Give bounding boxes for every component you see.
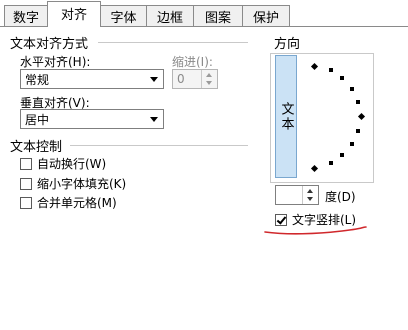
dial-dot-middle — [357, 112, 366, 121]
tab-label: 图案 — [204, 10, 231, 26]
tab-font[interactable]: 字体 — [100, 5, 147, 26]
dial-dot-bottom — [310, 164, 319, 173]
merge-cells-option[interactable]: 合并单元格(M) — [20, 194, 117, 211]
degree-label: 度(D) — [325, 190, 356, 204]
tab-strip: 数字 对齐 字体 边框 图案 保护 — [0, 0, 408, 27]
tab-label: 数字 — [12, 10, 39, 26]
orientation-dial[interactable] — [300, 55, 370, 179]
dial-dot — [356, 129, 360, 133]
dial-dot — [350, 87, 354, 91]
tab-protection[interactable]: 保护 — [242, 5, 290, 26]
text-alignment-title: 文本对齐方式 — [10, 37, 89, 52]
chevron-down-icon — [150, 117, 158, 122]
dial-dot-top — [310, 62, 319, 71]
tab-number[interactable]: 数字 — [4, 5, 48, 26]
dial-dot — [340, 76, 344, 80]
horizontal-align-value: 常规 — [25, 72, 50, 87]
indent-spin-buttons[interactable] — [201, 70, 217, 88]
vertical-align-select[interactable]: 居中 — [20, 109, 164, 129]
text-control-title: 文本控制 — [10, 140, 63, 155]
dial-dot — [329, 161, 333, 165]
spin-up-icon — [307, 189, 313, 193]
horizontal-align-select[interactable]: 常规 — [20, 69, 164, 89]
alignment-panel: 文本对齐方式 水平对齐(H): 常规 缩进(I): 0 垂直对齐(V): 居中 … — [0, 27, 408, 330]
degree-spin-buttons[interactable] — [302, 186, 318, 204]
wrap-text-option[interactable]: 自动换行(W) — [20, 155, 106, 172]
tab-label: 字体 — [110, 10, 137, 26]
tab-alignment[interactable]: 对齐 — [47, 1, 101, 27]
vertical-text-button-label: 文本 — [278, 101, 294, 132]
vertical-text-button[interactable]: 文本 — [275, 55, 297, 178]
tab-pattern[interactable]: 图案 — [193, 5, 243, 26]
dial-dot — [329, 68, 333, 72]
tab-label: 边框 — [156, 10, 183, 26]
dial-dot — [340, 153, 344, 157]
degree-stepper[interactable] — [275, 185, 319, 205]
shrink-to-fit-checkbox[interactable] — [20, 177, 32, 190]
tab-label: 保护 — [252, 10, 279, 26]
orientation-title: 方向 — [274, 37, 301, 52]
indent-label: 缩进(I): — [172, 55, 213, 69]
text-alignment-divider — [98, 42, 248, 43]
wrap-text-label: 自动换行(W) — [37, 157, 107, 171]
indent-value: 0 — [177, 72, 185, 86]
shrink-to-fit-option[interactable]: 缩小字体填充(K) — [20, 175, 126, 192]
tab-label: 对齐 — [60, 8, 87, 23]
text-control-divider — [70, 145, 248, 146]
red-underline-annotation — [264, 226, 367, 235]
merge-cells-checkbox[interactable] — [20, 196, 32, 209]
wrap-text-checkbox[interactable] — [20, 157, 32, 170]
spin-down-icon — [307, 197, 313, 201]
dial-dot — [350, 142, 354, 146]
spin-down-icon — [206, 81, 212, 85]
dial-dot — [356, 100, 360, 104]
horizontal-align-label: 水平对齐(H): — [20, 55, 91, 69]
chevron-down-icon — [150, 77, 158, 82]
vertical-align-value: 居中 — [25, 112, 50, 127]
spin-up-icon — [206, 73, 212, 77]
shrink-to-fit-label: 缩小字体填充(K) — [37, 177, 127, 191]
merge-cells-label: 合并单元格(M) — [37, 196, 117, 210]
indent-stepper[interactable]: 0 — [172, 69, 218, 89]
tab-border[interactable]: 边框 — [146, 5, 194, 26]
